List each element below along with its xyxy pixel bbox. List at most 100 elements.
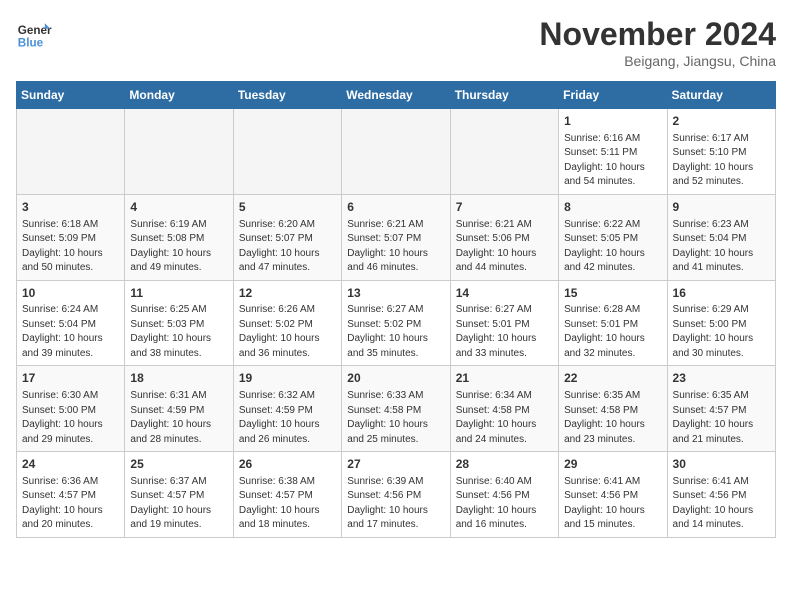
calendar-cell: 11Sunrise: 6:25 AM Sunset: 5:03 PM Dayli… [125, 280, 233, 366]
day-info: Sunrise: 6:30 AM Sunset: 5:00 PM Dayligh… [22, 389, 119, 447]
day-info: Sunrise: 6:36 AM Sunset: 4:57 PM Dayligh… [22, 475, 119, 533]
calendar-cell: 16Sunrise: 6:29 AM Sunset: 5:00 PM Dayli… [667, 280, 775, 366]
day-number: 19 [239, 370, 336, 387]
day-number: 21 [456, 370, 553, 387]
weekday-sunday: Sunday [17, 82, 125, 109]
day-number: 30 [673, 456, 770, 473]
calendar-cell: 26 Sunrise: 6:38 AM Sunset: 4:57 PM Dayli… [233, 452, 341, 538]
calendar-cell: 14Sunrise: 6:27 AM Sunset: 5:01 PM Dayli… [450, 280, 558, 366]
day-number: 2 [673, 113, 770, 130]
calendar-cell [233, 109, 341, 195]
day-info: Sunrise: 6:27 AM Sunset: 5:02 PM Dayligh… [347, 303, 444, 361]
day-info: Sunrise: 6:27 AM Sunset: 5:01 PM Dayligh… [456, 303, 553, 361]
day-info: Sunrise: 6:35 AM Sunset: 4:57 PM Dayligh… [673, 389, 770, 447]
calendar-cell: 25 Sunrise: 6:37 AM Sunset: 4:57 PM Dayli… [125, 452, 233, 538]
calendar-cell [17, 109, 125, 195]
day-number: 1 [564, 113, 661, 130]
week-row-3: 10Sunrise: 6:24 AM Sunset: 5:04 PM Dayli… [17, 280, 776, 366]
day-number: 27 [347, 456, 444, 473]
day-number: 23 [673, 370, 770, 387]
calendar-cell: 20Sunrise: 6:33 AM Sunset: 4:58 PM Dayli… [342, 366, 450, 452]
day-info: Sunrise: 6:39 AM Sunset: 4:56 PM Dayligh… [347, 475, 444, 533]
calendar-cell: 23 Sunrise: 6:35 AM Sunset: 4:57 PM Dayli… [667, 366, 775, 452]
day-info: Sunrise: 6:34 AM Sunset: 4:58 PM Dayligh… [456, 389, 553, 447]
day-number: 4 [130, 199, 227, 216]
day-number: 7 [456, 199, 553, 216]
day-number: 16 [673, 285, 770, 302]
day-number: 10 [22, 285, 119, 302]
day-info: Sunrise: 6:21 AM Sunset: 5:06 PM Dayligh… [456, 218, 553, 276]
calendar-cell [450, 109, 558, 195]
day-number: 6 [347, 199, 444, 216]
calendar-cell: 30Sunrise: 6:41 AM Sunset: 4:56 PM Dayli… [667, 452, 775, 538]
day-info: Sunrise: 6:29 AM Sunset: 5:00 PM Dayligh… [673, 303, 770, 361]
weekday-thursday: Thursday [450, 82, 558, 109]
logo-icon: General Blue [16, 16, 52, 52]
day-number: 15 [564, 285, 661, 302]
day-info: Sunrise: 6:24 AM Sunset: 5:04 PM Dayligh… [22, 303, 119, 361]
day-info: Sunrise: 6:28 AM Sunset: 5:01 PM Dayligh… [564, 303, 661, 361]
day-number: 17 [22, 370, 119, 387]
weekday-header-row: SundayMondayTuesdayWednesdayThursdayFrid… [17, 82, 776, 109]
day-info: Sunrise: 6:40 AM Sunset: 4:56 PM Dayligh… [456, 475, 553, 533]
calendar-cell [342, 109, 450, 195]
day-info: Sunrise: 6:16 AM Sunset: 5:11 PM Dayligh… [564, 132, 661, 190]
day-number: 8 [564, 199, 661, 216]
week-row-2: 3Sunrise: 6:18 AM Sunset: 5:09 PM Daylig… [17, 194, 776, 280]
calendar-cell: 9 Sunrise: 6:23 AM Sunset: 5:04 PM Daylig… [667, 194, 775, 280]
calendar-cell: 29 Sunrise: 6:41 AM Sunset: 4:56 PM Dayli… [559, 452, 667, 538]
day-info: Sunrise: 6:41 AM Sunset: 4:56 PM Dayligh… [564, 475, 661, 533]
day-info: Sunrise: 6:19 AM Sunset: 5:08 PM Dayligh… [130, 218, 227, 276]
calendar-cell: 27 Sunrise: 6:39 AM Sunset: 4:56 PM Dayli… [342, 452, 450, 538]
day-number: 26 [239, 456, 336, 473]
calendar-cell: 5Sunrise: 6:20 AM Sunset: 5:07 PM Daylig… [233, 194, 341, 280]
calendar-cell: 18Sunrise: 6:31 AM Sunset: 4:59 PM Dayli… [125, 366, 233, 452]
calendar-cell: 13Sunrise: 6:27 AM Sunset: 5:02 PM Dayli… [342, 280, 450, 366]
day-info: Sunrise: 6:33 AM Sunset: 4:58 PM Dayligh… [347, 389, 444, 447]
weekday-monday: Monday [125, 82, 233, 109]
day-info: Sunrise: 6:26 AM Sunset: 5:02 PM Dayligh… [239, 303, 336, 361]
day-info: Sunrise: 6:17 AM Sunset: 5:10 PM Dayligh… [673, 132, 770, 190]
calendar-cell: 19 Sunrise: 6:32 AM Sunset: 4:59 PM Dayli… [233, 366, 341, 452]
calendar-cell: 22Sunrise: 6:35 AM Sunset: 4:58 PM Dayli… [559, 366, 667, 452]
calendar-cell: 21 Sunrise: 6:34 AM Sunset: 4:58 PM Dayli… [450, 366, 558, 452]
weekday-tuesday: Tuesday [233, 82, 341, 109]
calendar-cell: 1 Sunrise: 6:16 AM Sunset: 5:11 PM Daylig… [559, 109, 667, 195]
calendar-cell: 12Sunrise: 6:26 AM Sunset: 5:02 PM Dayli… [233, 280, 341, 366]
day-number: 28 [456, 456, 553, 473]
day-number: 11 [130, 285, 227, 302]
day-number: 3 [22, 199, 119, 216]
day-number: 9 [673, 199, 770, 216]
day-info: Sunrise: 6:37 AM Sunset: 4:57 PM Dayligh… [130, 475, 227, 533]
day-number: 29 [564, 456, 661, 473]
day-info: Sunrise: 6:38 AM Sunset: 4:57 PM Dayligh… [239, 475, 336, 533]
location: Beigang, Jiangsu, China [539, 53, 776, 69]
day-number: 24 [22, 456, 119, 473]
day-number: 25 [130, 456, 227, 473]
calendar-cell: 8 Sunrise: 6:22 AM Sunset: 5:05 PM Daylig… [559, 194, 667, 280]
day-info: Sunrise: 6:23 AM Sunset: 5:04 PM Dayligh… [673, 218, 770, 276]
calendar-cell: 2 Sunrise: 6:17 AM Sunset: 5:10 PM Daylig… [667, 109, 775, 195]
header: General Blue November 2024 Beigang, Jian… [16, 16, 776, 69]
calendar-cell: 6Sunrise: 6:21 AM Sunset: 5:07 PM Daylig… [342, 194, 450, 280]
calendar-cell [125, 109, 233, 195]
week-row-1: 1 Sunrise: 6:16 AM Sunset: 5:11 PM Daylig… [17, 109, 776, 195]
calendar-cell: 17 Sunrise: 6:30 AM Sunset: 5:00 PM Dayli… [17, 366, 125, 452]
title-area: November 2024 Beigang, Jiangsu, China [539, 16, 776, 69]
day-number: 12 [239, 285, 336, 302]
logo: General Blue [16, 16, 52, 52]
day-info: Sunrise: 6:20 AM Sunset: 5:07 PM Dayligh… [239, 218, 336, 276]
calendar-cell: 24 Sunrise: 6:36 AM Sunset: 4:57 PM Dayli… [17, 452, 125, 538]
day-info: Sunrise: 6:25 AM Sunset: 5:03 PM Dayligh… [130, 303, 227, 361]
day-info: Sunrise: 6:22 AM Sunset: 5:05 PM Dayligh… [564, 218, 661, 276]
calendar-cell: 7 Sunrise: 6:21 AM Sunset: 5:06 PM Daylig… [450, 194, 558, 280]
day-number: 14 [456, 285, 553, 302]
week-row-4: 17 Sunrise: 6:30 AM Sunset: 5:00 PM Dayli… [17, 366, 776, 452]
svg-text:Blue: Blue [18, 37, 44, 50]
calendar-cell: 3Sunrise: 6:18 AM Sunset: 5:09 PM Daylig… [17, 194, 125, 280]
day-info: Sunrise: 6:32 AM Sunset: 4:59 PM Dayligh… [239, 389, 336, 447]
weekday-friday: Friday [559, 82, 667, 109]
day-info: Sunrise: 6:31 AM Sunset: 4:59 PM Dayligh… [130, 389, 227, 447]
calendar-cell: 15Sunrise: 6:28 AM Sunset: 5:01 PM Dayli… [559, 280, 667, 366]
calendar-cell: 4 Sunrise: 6:19 AM Sunset: 5:08 PM Daylig… [125, 194, 233, 280]
